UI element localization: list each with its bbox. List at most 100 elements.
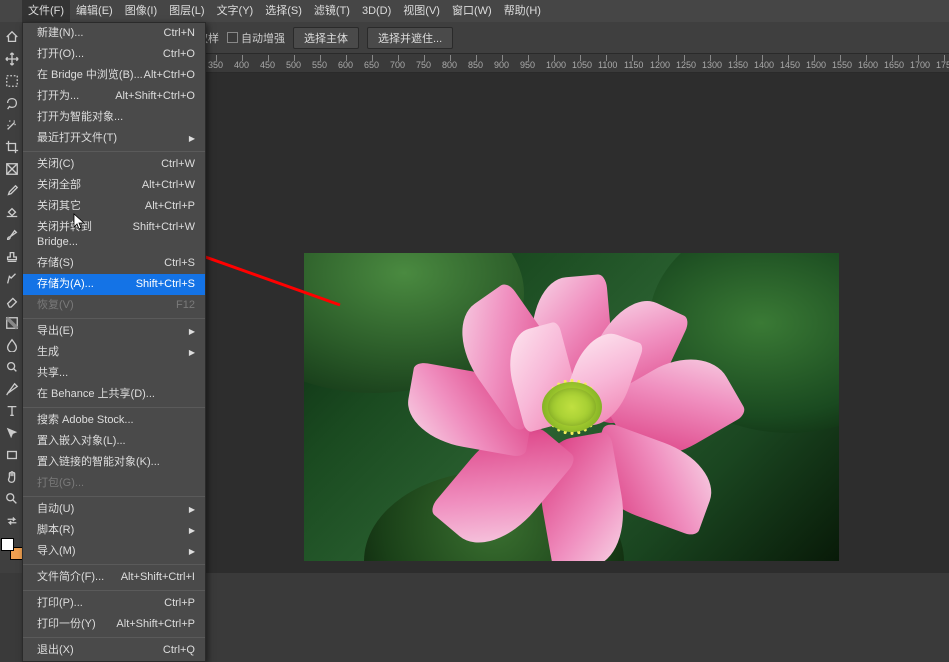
menubar: 文件(F)编辑(E)图像(I)图层(L)文字(Y)选择(S)滤镜(T)3D(D)…	[0, 0, 949, 22]
menu-item-label: 自动(U)	[37, 502, 74, 517]
menu-item-label: 置入嵌入对象(L)...	[37, 434, 126, 449]
marquee-tool[interactable]	[2, 71, 22, 91]
menu-窗口[interactable]: 窗口(W)	[446, 0, 498, 22]
move-tool[interactable]	[2, 49, 22, 69]
gradient-tool[interactable]	[2, 313, 22, 333]
zoom-tool[interactable]	[2, 489, 22, 509]
wand-tool[interactable]	[2, 115, 22, 135]
select-subject-button[interactable]: 选择主体	[293, 27, 359, 49]
menu-item-label: 生成	[37, 345, 59, 360]
menu-item[interactable]: 导入(M)▶	[23, 541, 205, 562]
menu-文件[interactable]: 文件(F)	[22, 0, 70, 22]
menu-图层[interactable]: 图层(L)	[163, 0, 210, 22]
menu-item-shortcut: Alt+Ctrl+W	[142, 178, 195, 193]
menu-item-shortcut: Ctrl+O	[163, 47, 195, 62]
menu-编辑[interactable]: 编辑(E)	[70, 0, 119, 22]
menu-item-label: 导出(E)	[37, 324, 74, 339]
menu-图像[interactable]: 图像(I)	[119, 0, 163, 22]
menu-item-label: 共享...	[37, 366, 68, 381]
menu-item[interactable]: 置入嵌入对象(L)...	[23, 431, 205, 452]
menu-item-label: 最近打开文件(T)	[37, 131, 117, 146]
menu-item-label: 在 Bridge 中浏览(B)...	[37, 68, 143, 83]
menu-item-shortcut: ▶	[189, 523, 195, 538]
menu-item-shortcut: Alt+Ctrl+P	[145, 199, 195, 214]
crop-tool[interactable]	[2, 137, 22, 157]
menu-item[interactable]: 共享...	[23, 363, 205, 384]
menu-item-shortcut: ▶	[189, 345, 195, 360]
menu-item[interactable]: 打开(O)...Ctrl+O	[23, 44, 205, 65]
menu-item[interactable]: 自动(U) ▶	[23, 499, 205, 520]
eraser-tool[interactable]	[2, 291, 22, 311]
menu-文字[interactable]: 文字(Y)	[211, 0, 260, 22]
menu-item-label: 恢复(V)	[37, 298, 74, 313]
menu-item-label: 打印(P)...	[37, 596, 83, 611]
menu-item-shortcut: Shift+Ctrl+W	[133, 220, 195, 250]
select-and-mask-button[interactable]: 选择并遮住...	[367, 27, 453, 49]
menu-item[interactable]: 打开为...Alt+Shift+Ctrl+O	[23, 86, 205, 107]
menu-item[interactable]: 脚本(R) ▶	[23, 520, 205, 541]
frame-tool[interactable]	[2, 159, 22, 179]
pen-tool[interactable]	[2, 379, 22, 399]
blur-tool[interactable]	[2, 335, 22, 355]
dodge-tool[interactable]	[2, 357, 22, 377]
menu-滤镜[interactable]: 滤镜(T)	[308, 0, 356, 22]
menu-item[interactable]: 在 Bridge 中浏览(B)...Alt+Ctrl+O	[23, 65, 205, 86]
menu-item[interactable]: 导出(E)▶	[23, 321, 205, 342]
menu-item[interactable]: 关闭(C)Ctrl+W	[23, 154, 205, 175]
menu-item-shortcut: F12	[176, 298, 195, 313]
menu-item[interactable]: 存储(S)Ctrl+S	[23, 253, 205, 274]
menu-item[interactable]: 关闭并转到 Bridge...Shift+Ctrl+W	[23, 217, 205, 253]
menu-item[interactable]: 退出(X) Ctrl+Q	[23, 640, 205, 661]
menu-item[interactable]: 打开为智能对象...	[23, 107, 205, 128]
menu-item-label: 在 Behance 上共享(D)...	[37, 387, 155, 402]
menu-item-shortcut: Alt+Shift+Ctrl+P	[116, 617, 195, 632]
type-tool[interactable]	[2, 401, 22, 421]
menu-item-label: 关闭全部	[37, 178, 81, 193]
menu-item-label: 搜索 Adobe Stock...	[37, 413, 134, 428]
checkbox-auto-enhance[interactable]	[227, 32, 238, 43]
menu-item-shortcut: Ctrl+S	[164, 256, 195, 271]
menu-帮助[interactable]: 帮助(H)	[498, 0, 547, 22]
eyedrop-tool[interactable]	[2, 181, 22, 201]
menu-item: 恢复(V) F12	[23, 295, 205, 316]
brush-tool[interactable]	[2, 225, 22, 245]
patch-tool[interactable]	[2, 203, 22, 223]
menu-item-shortcut: Ctrl+Q	[163, 643, 195, 658]
home-tool[interactable]	[2, 27, 22, 47]
lasso-tool[interactable]	[2, 93, 22, 113]
menu-item[interactable]: 关闭其它Alt+Ctrl+P	[23, 196, 205, 217]
menu-item-shortcut: Alt+Shift+Ctrl+O	[115, 89, 195, 104]
menu-item-label: 退出(X)	[37, 643, 74, 658]
menu-item[interactable]: 关闭全部 Alt+Ctrl+W	[23, 175, 205, 196]
menu-item[interactable]: 搜索 Adobe Stock...	[23, 410, 205, 431]
menu-item[interactable]: 最近打开文件(T)▶	[23, 128, 205, 149]
menu-视图[interactable]: 视图(V)	[397, 0, 446, 22]
document-image[interactable]	[304, 253, 839, 561]
menu-选择[interactable]: 选择(S)	[259, 0, 308, 22]
menu-item-label: 文件简介(F)...	[37, 570, 104, 585]
history-tool[interactable]	[2, 269, 22, 289]
menu-item[interactable]: 新建(N)...Ctrl+N	[23, 23, 205, 44]
swap-tool[interactable]	[2, 511, 22, 531]
menu-item-shortcut: ▶	[189, 502, 195, 517]
menu-item[interactable]: 打印(P)...Ctrl+P	[23, 593, 205, 614]
menu-item[interactable]: 存储为(A)...Shift+Ctrl+S	[23, 274, 205, 295]
menu-item[interactable]: 在 Behance 上共享(D)...	[23, 384, 205, 405]
rect-tool[interactable]	[2, 445, 22, 465]
menu-3d[interactable]: 3D(D)	[356, 0, 397, 22]
path-tool[interactable]	[2, 423, 22, 443]
menu-item[interactable]: 置入链接的智能对象(K)...	[23, 452, 205, 473]
hand-tool[interactable]	[2, 467, 22, 487]
menu-item[interactable]: 生成 ▶	[23, 342, 205, 363]
menu-item[interactable]: 打印一份(Y) Alt+Shift+Ctrl+P	[23, 614, 205, 635]
menu-item-label: 置入链接的智能对象(K)...	[37, 455, 160, 470]
menu-item[interactable]: 文件简介(F)...Alt+Shift+Ctrl+I	[23, 567, 205, 588]
menu-item: 打包(G)...	[23, 473, 205, 494]
menu-item-label: 关闭(C)	[37, 157, 74, 172]
stamp-tool[interactable]	[2, 247, 22, 267]
menu-item-label: 打印一份(Y)	[37, 617, 96, 632]
color-swatches[interactable]	[1, 538, 23, 560]
label-auto-enhance: 自动增强	[241, 30, 285, 46]
menu-item-label: 脚本(R)	[37, 523, 74, 538]
menu-item-shortcut: Ctrl+N	[164, 26, 195, 41]
